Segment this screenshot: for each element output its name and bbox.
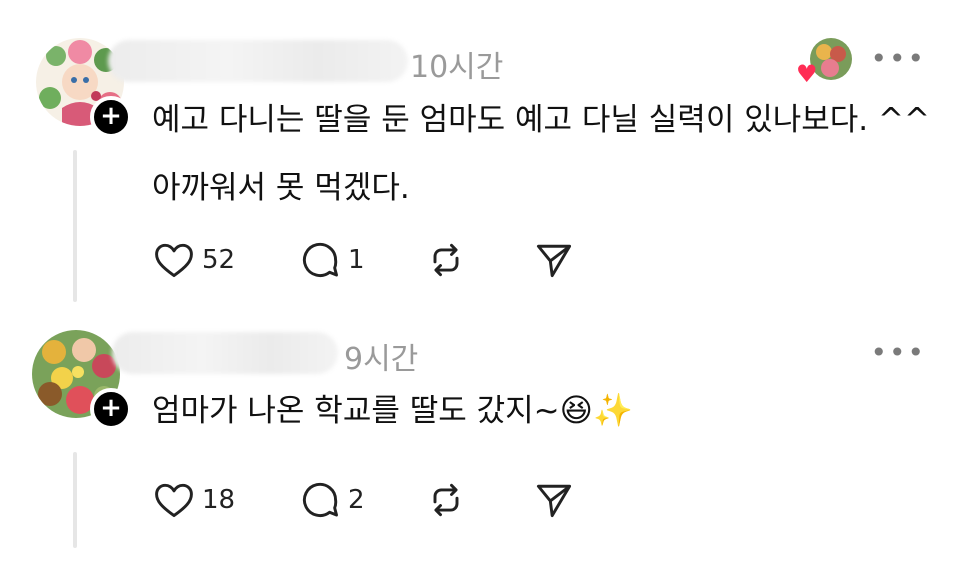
share-button[interactable] bbox=[532, 478, 576, 522]
comment-post: + 9시간 ••• 엄마가 나온 학교를 딸도 갔지~😆✨ 18 2 bbox=[0, 320, 966, 570]
more-options-button[interactable]: ••• bbox=[870, 42, 926, 75]
laughing-sparkles-emoji: 😆✨ bbox=[559, 391, 633, 429]
reply-count: 2 bbox=[348, 485, 365, 515]
comment-post: + 10시간 ♥ ••• 예고 다니는 딸을 둔 엄마도 예고 다닐 실력이 있… bbox=[0, 0, 966, 320]
follow-button[interactable]: + bbox=[90, 388, 132, 430]
heart-icon bbox=[155, 483, 193, 518]
repost-button[interactable] bbox=[424, 478, 468, 522]
like-button[interactable]: 52 bbox=[152, 238, 235, 282]
reply-icon bbox=[302, 482, 338, 517]
liked-heart-icon: ♥ bbox=[796, 60, 818, 88]
like-count: 18 bbox=[202, 485, 236, 515]
more-options-button[interactable]: ••• bbox=[870, 336, 926, 369]
reply-icon bbox=[302, 242, 338, 277]
reply-button[interactable]: 2 bbox=[298, 478, 365, 522]
reply-count: 1 bbox=[348, 245, 365, 275]
timestamp: 9시간 bbox=[344, 342, 419, 377]
username-redacted bbox=[108, 40, 408, 82]
send-icon bbox=[536, 484, 572, 518]
username-redacted bbox=[112, 332, 338, 374]
send-icon bbox=[536, 244, 572, 278]
timestamp: 10시간 bbox=[410, 50, 504, 85]
repost-button[interactable] bbox=[424, 238, 468, 282]
comment-text: 엄마가 나온 학교를 딸도 갔지~😆✨ bbox=[152, 376, 942, 445]
like-count: 52 bbox=[202, 245, 236, 275]
follow-button[interactable]: + bbox=[90, 96, 132, 138]
thread-line bbox=[73, 150, 77, 302]
share-button[interactable] bbox=[532, 238, 576, 282]
reply-button[interactable]: 1 bbox=[298, 238, 365, 282]
repost-icon bbox=[433, 483, 459, 517]
comment-text-body: 엄마가 나온 학교를 딸도 갔지~ bbox=[152, 393, 560, 429]
repost-icon bbox=[433, 243, 459, 277]
thread-line bbox=[73, 452, 77, 548]
like-button[interactable]: 18 bbox=[152, 478, 235, 522]
comment-text: 예고 다니는 딸을 둔 엄마도 예고 다닐 실력이 있나보다. ^^ 아까워서 … bbox=[152, 102, 930, 206]
heart-icon bbox=[155, 243, 193, 278]
